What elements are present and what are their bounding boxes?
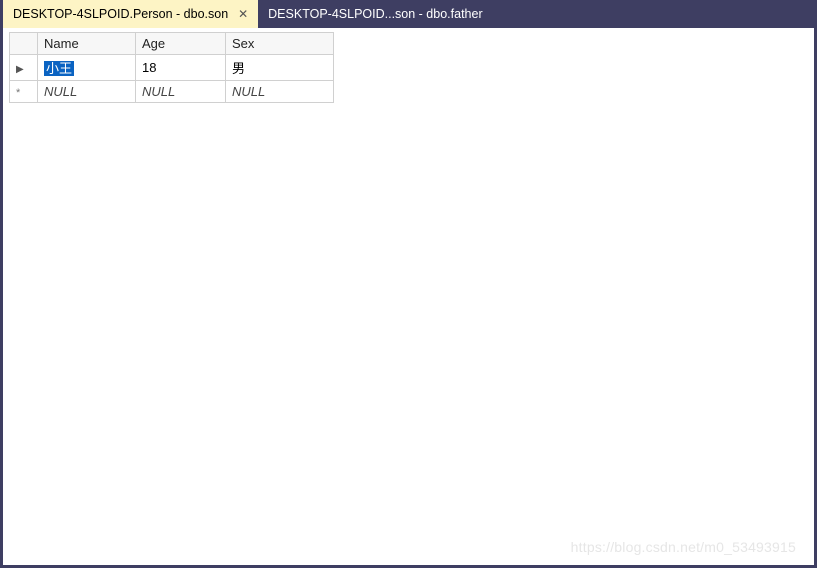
- row-indicator: *: [10, 81, 38, 103]
- table-row[interactable]: * NULL NULL NULL: [10, 81, 334, 103]
- new-row-icon: *: [16, 87, 20, 99]
- cell-sex[interactable]: 男: [226, 55, 334, 81]
- cell-name[interactable]: 小王: [38, 55, 136, 81]
- tab-bar: DESKTOP-4SLPOID.Person - dbo.son ✕ DESKT…: [3, 0, 814, 28]
- header-row: Name Age Sex: [10, 33, 334, 55]
- watermark: https://blog.csdn.net/m0_53493915: [571, 539, 796, 555]
- cell-sex[interactable]: NULL: [226, 81, 334, 103]
- table-row[interactable]: ▶ 小王 18 男: [10, 55, 334, 81]
- selected-cell-value: 小王: [44, 61, 74, 76]
- null-value: NULL: [232, 84, 265, 99]
- content-area: Name Age Sex ▶ 小王 18 男 * NULL NULL NULL: [3, 28, 814, 107]
- cell-age[interactable]: 18: [136, 55, 226, 81]
- cell-age[interactable]: NULL: [136, 81, 226, 103]
- data-grid[interactable]: Name Age Sex ▶ 小王 18 男 * NULL NULL NULL: [9, 32, 334, 103]
- cell-name[interactable]: NULL: [38, 81, 136, 103]
- null-value: NULL: [142, 84, 175, 99]
- column-header-age[interactable]: Age: [136, 33, 226, 55]
- row-indicator-header[interactable]: [10, 33, 38, 55]
- column-header-name[interactable]: Name: [38, 33, 136, 55]
- tab-dbo-son[interactable]: DESKTOP-4SLPOID.Person - dbo.son ✕: [3, 0, 258, 28]
- tab-dbo-father[interactable]: DESKTOP-4SLPOID...son - dbo.father: [258, 0, 490, 28]
- column-header-sex[interactable]: Sex: [226, 33, 334, 55]
- tab-label: DESKTOP-4SLPOID...son - dbo.father: [268, 7, 482, 21]
- null-value: NULL: [44, 84, 77, 99]
- close-icon[interactable]: ✕: [236, 7, 250, 21]
- pointer-icon: ▶: [16, 64, 24, 75]
- row-indicator: ▶: [10, 55, 38, 81]
- tab-label: DESKTOP-4SLPOID.Person - dbo.son: [13, 7, 228, 21]
